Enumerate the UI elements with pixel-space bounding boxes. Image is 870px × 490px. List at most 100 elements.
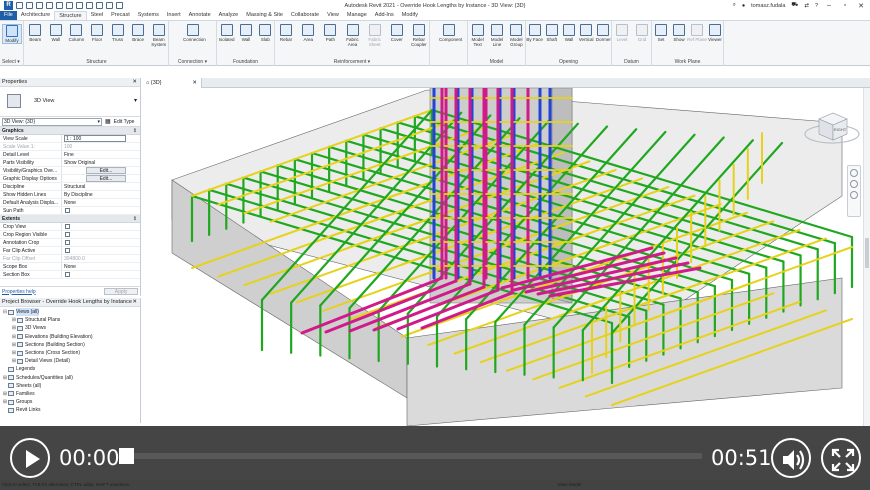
viewcube[interactable]: RIGHT — [803, 107, 861, 145]
3d-view-icon[interactable] — [96, 2, 103, 9]
panel-title[interactable]: Reinforcement ▾ — [275, 59, 429, 65]
property-value[interactable] — [62, 271, 140, 278]
model-viewport[interactable]: RIGHT — [142, 88, 870, 426]
instance-selector[interactable]: 3D View: {3D} — [2, 117, 102, 126]
tab-annotate[interactable]: Annotate — [185, 11, 215, 20]
property-row[interactable]: Annotation Crop — [0, 239, 140, 247]
search-icon[interactable]: ⌕ — [733, 2, 736, 9]
level-button[interactable]: Level — [612, 24, 632, 42]
tab-structure[interactable]: Structure — [54, 11, 87, 20]
property-row[interactable]: Crop Region Visible — [0, 231, 140, 239]
brace-button[interactable]: Brace — [128, 24, 148, 42]
close-icon[interactable]: ✕ — [132, 298, 137, 307]
thin-lines-icon[interactable] — [116, 2, 123, 9]
checkbox[interactable] — [65, 240, 70, 246]
model-group-button[interactable]: Model Group — [506, 24, 526, 47]
select-dropdown[interactable]: Select ▾ — [0, 59, 23, 65]
property-row[interactable]: Discipline Structural — [0, 183, 140, 191]
show-button[interactable]: Show — [669, 24, 689, 42]
panel-title[interactable]: Model — [468, 59, 525, 65]
panel-title[interactable]: Opening — [526, 59, 611, 65]
property-group-graphics[interactable]: Graphics ⇕ — [0, 127, 140, 135]
bent-bar-horizontal[interactable] — [372, 285, 486, 332]
save-icon[interactable] — [26, 2, 33, 9]
property-value[interactable]: Fine — [62, 151, 140, 158]
tree-node[interactable]: ⊟ Views (all) — [0, 308, 140, 317]
sync-icon[interactable] — [36, 2, 43, 9]
maximize-icon[interactable]: ▫ — [840, 2, 850, 9]
checkbox[interactable] — [65, 232, 70, 238]
property-value[interactable]: 1 : 100 — [62, 135, 140, 142]
help-icon[interactable]: ? — [815, 3, 818, 9]
property-row[interactable]: Scope Box None — [0, 263, 140, 271]
property-row[interactable]: Crop View — [0, 223, 140, 231]
vertical-scrollbar[interactable] — [863, 88, 870, 426]
close-icon[interactable]: ✕ — [192, 78, 197, 88]
viewcube-icon[interactable]: RIGHT — [803, 107, 861, 145]
set-button[interactable]: Set — [651, 24, 671, 42]
tree-node[interactable]: ⊞ 3D Views — [0, 324, 140, 332]
edit-type-button[interactable]: Edit Type — [114, 119, 135, 125]
panel-title[interactable]: Datum — [612, 59, 651, 65]
checkbox[interactable] — [65, 224, 70, 230]
edit-button[interactable]: Edit... — [86, 175, 126, 182]
beam-button[interactable]: Beam — [25, 24, 45, 42]
tree-node[interactable]: ⊞ Sections (Cross Section) — [0, 349, 140, 357]
ref-plane-button[interactable]: Ref Plane — [687, 24, 707, 42]
property-value[interactable] — [62, 207, 140, 214]
rebar-coupler-button[interactable]: Rebar Coupler — [409, 24, 429, 47]
property-row[interactable]: Visibility/Graphics Ove... Edit... — [0, 167, 140, 175]
property-value[interactable] — [62, 247, 140, 254]
rebar-model-drawing[interactable] — [142, 88, 870, 426]
tab-insert[interactable]: Insert — [163, 11, 185, 20]
progress-handle[interactable] — [119, 448, 134, 464]
cart-icon[interactable]: ⛟ — [791, 2, 798, 9]
minimize-icon[interactable]: – — [824, 2, 834, 9]
property-value[interactable]: None — [62, 263, 140, 270]
checkbox[interactable] — [65, 248, 70, 254]
property-value[interactable] — [62, 231, 140, 238]
tree-node[interactable]: ⊞ Detail Views (Detail) — [0, 357, 140, 365]
redo-icon[interactable] — [56, 2, 63, 9]
tab-architecture[interactable]: Architecture — [17, 11, 54, 20]
edit-button[interactable]: Edit... — [86, 167, 126, 174]
section-icon[interactable] — [106, 2, 113, 9]
checkbox[interactable] — [65, 208, 70, 214]
close-icon[interactable]: ✕ — [132, 78, 137, 87]
property-row[interactable]: Show Hidden Lines By Discipline — [0, 191, 140, 199]
viewer-button[interactable]: Viewer — [705, 24, 725, 42]
revit-logo-icon[interactable]: R — [4, 1, 13, 10]
close-icon[interactable]: ✕ — [856, 2, 866, 10]
tree-node[interactable]: Revit Links — [0, 406, 140, 414]
tab-add-ins[interactable]: Add-Ins — [371, 11, 398, 20]
steering-wheel-icon[interactable] — [850, 169, 858, 177]
property-row[interactable]: Scale Value 1: 100 — [0, 143, 140, 151]
property-row[interactable]: Far Clip Offset 304800.0 — [0, 255, 140, 263]
text-icon[interactable] — [86, 2, 93, 9]
grid-button[interactable]: Grid — [632, 24, 652, 42]
open-icon[interactable] — [16, 2, 23, 9]
panel-title[interactable]: Foundation — [217, 59, 274, 65]
property-row[interactable]: Sun Path — [0, 207, 140, 215]
type-selector[interactable]: 3D View ▾ — [0, 87, 140, 117]
tab-steel[interactable]: Steel — [87, 11, 108, 20]
value-field[interactable]: 1 : 100 — [64, 135, 126, 142]
property-value[interactable]: Edit... — [62, 175, 140, 182]
scrollbar-thumb[interactable] — [865, 238, 869, 268]
volume-button[interactable] — [771, 438, 811, 478]
tree-node[interactable]: ⊞ Sections (Building Section) — [0, 341, 140, 349]
tree-node[interactable]: ⊞ Groups — [0, 398, 140, 406]
connection-button[interactable]: Connection — [183, 24, 206, 42]
play-button[interactable] — [10, 438, 50, 478]
print-icon[interactable] — [66, 2, 73, 9]
tab-precast[interactable]: Precast — [107, 11, 134, 20]
fabric-sheet-button[interactable]: Fabric Sheet — [365, 24, 385, 47]
slab-button[interactable]: Slab — [255, 24, 275, 42]
exchange-icon[interactable]: ⇄ — [804, 3, 809, 9]
property-row[interactable]: Parts Visibility Show Original — [0, 159, 140, 167]
tab-analyze[interactable]: Analyze — [215, 11, 243, 20]
fullscreen-button[interactable] — [821, 438, 861, 478]
cover-button[interactable]: Cover — [387, 24, 407, 42]
isolated-button[interactable]: Isolated — [217, 24, 237, 42]
tree-node[interactable]: ⊞ Schedules/Quantities (all) — [0, 374, 140, 382]
